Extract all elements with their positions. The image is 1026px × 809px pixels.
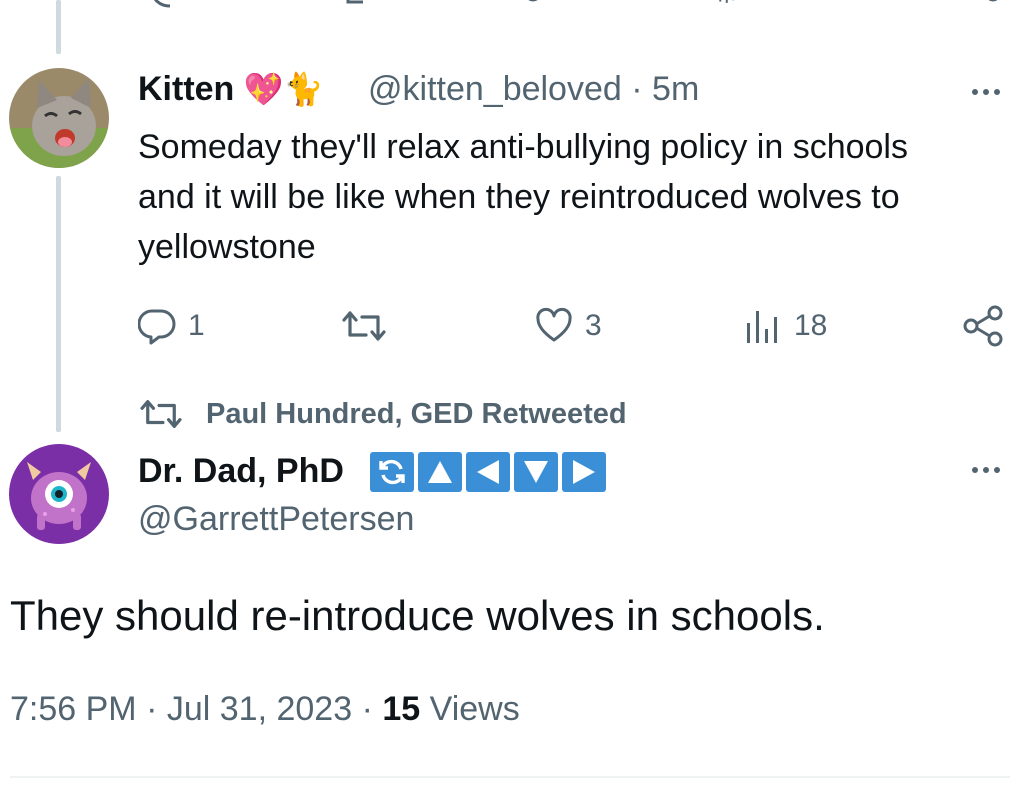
reply-button[interactable]: 1 — [138, 304, 205, 348]
author-handle[interactable]: @GarrettPetersen — [138, 500, 414, 539]
name-emoji: 💖🐈 — [243, 71, 324, 107]
triangle-left-icon — [466, 452, 510, 492]
more-dot-icon — [994, 89, 1000, 95]
views-label: Views — [429, 690, 520, 728]
heart-icon — [536, 307, 572, 342]
author-name-kitten[interactable]: Kitten 💖🐈 — [138, 70, 323, 109]
retweeted-by-text: Paul Hundred, GED Retweeted — [206, 397, 627, 430]
tweet-meta: 7:56 PM · Jul 31, 2023 · 15 Views — [10, 690, 520, 729]
separator-dot: · — [631, 70, 653, 108]
views-count: 15 — [382, 690, 421, 728]
author-handle[interactable]: @kitten_beloved — [368, 70, 622, 108]
separator-dot: · — [146, 690, 167, 728]
more-dot-icon — [972, 89, 978, 95]
retweeted-by-banner[interactable]: Paul Hundred, GED Retweeted — [138, 394, 627, 434]
more-dot-icon — [983, 89, 989, 95]
triangle-up-icon — [418, 452, 462, 492]
retweet-icon[interactable] — [345, 0, 371, 8]
reply-icon[interactable] — [150, 0, 176, 8]
like-count: 3 — [585, 309, 602, 342]
views-button[interactable]: 18 — [744, 304, 827, 348]
tweet-text-line: Someday they'll relax anti-bullying poli… — [138, 128, 908, 166]
refresh-icon — [370, 452, 414, 492]
share-icon — [963, 305, 1003, 347]
retweet-button[interactable] — [340, 304, 400, 348]
retweet-icon — [140, 400, 182, 428]
views-chart-icon — [747, 311, 777, 343]
previous-tweet-action-bar — [0, 0, 1026, 8]
tweet-time[interactable]: 5m — [652, 70, 699, 108]
divider — [10, 776, 1010, 778]
view-count: 18 — [794, 309, 828, 342]
tweet-text: Someday they'll relax anti-bullying poli… — [138, 122, 1018, 272]
thread-line-connector — [56, 176, 61, 432]
handle-and-time: @kitten_beloved · 5m — [368, 70, 699, 109]
reply-count: 1 — [188, 309, 205, 342]
tweet-time[interactable]: 7:56 PM — [10, 690, 137, 728]
more-options-button[interactable] — [962, 82, 1010, 102]
like-icon[interactable] — [520, 0, 546, 8]
avatar-dr-dad[interactable] — [9, 444, 109, 544]
triangle-right-icon — [562, 452, 606, 492]
display-name[interactable]: Kitten — [138, 70, 234, 108]
views-icon[interactable] — [718, 0, 744, 8]
more-dot-icon — [972, 467, 978, 473]
author-name-dr-dad[interactable]: Dr. Dad, PhD — [138, 452, 344, 491]
tweet-text-line: and it will be like when they reintroduc… — [138, 178, 900, 216]
share-icon[interactable] — [980, 0, 1006, 8]
separator-dot: · — [361, 690, 383, 728]
tweet-text-line: yellowstone — [138, 228, 316, 266]
more-dot-icon — [994, 467, 1000, 473]
thread-line-top — [56, 0, 61, 54]
retweet-icon — [342, 311, 386, 341]
more-dot-icon — [983, 467, 989, 473]
share-button[interactable] — [962, 304, 1004, 348]
like-button[interactable]: 3 — [535, 304, 602, 348]
avatar-kitten[interactable] — [9, 68, 109, 168]
tweet-date[interactable]: Jul 31, 2023 — [167, 690, 352, 728]
name-badges — [370, 452, 606, 492]
more-options-button[interactable] — [962, 460, 1010, 480]
triangle-down-icon — [514, 452, 558, 492]
main-tweet-text: They should re-introduce wolves in schoo… — [10, 592, 825, 639]
reply-icon — [138, 309, 176, 345]
